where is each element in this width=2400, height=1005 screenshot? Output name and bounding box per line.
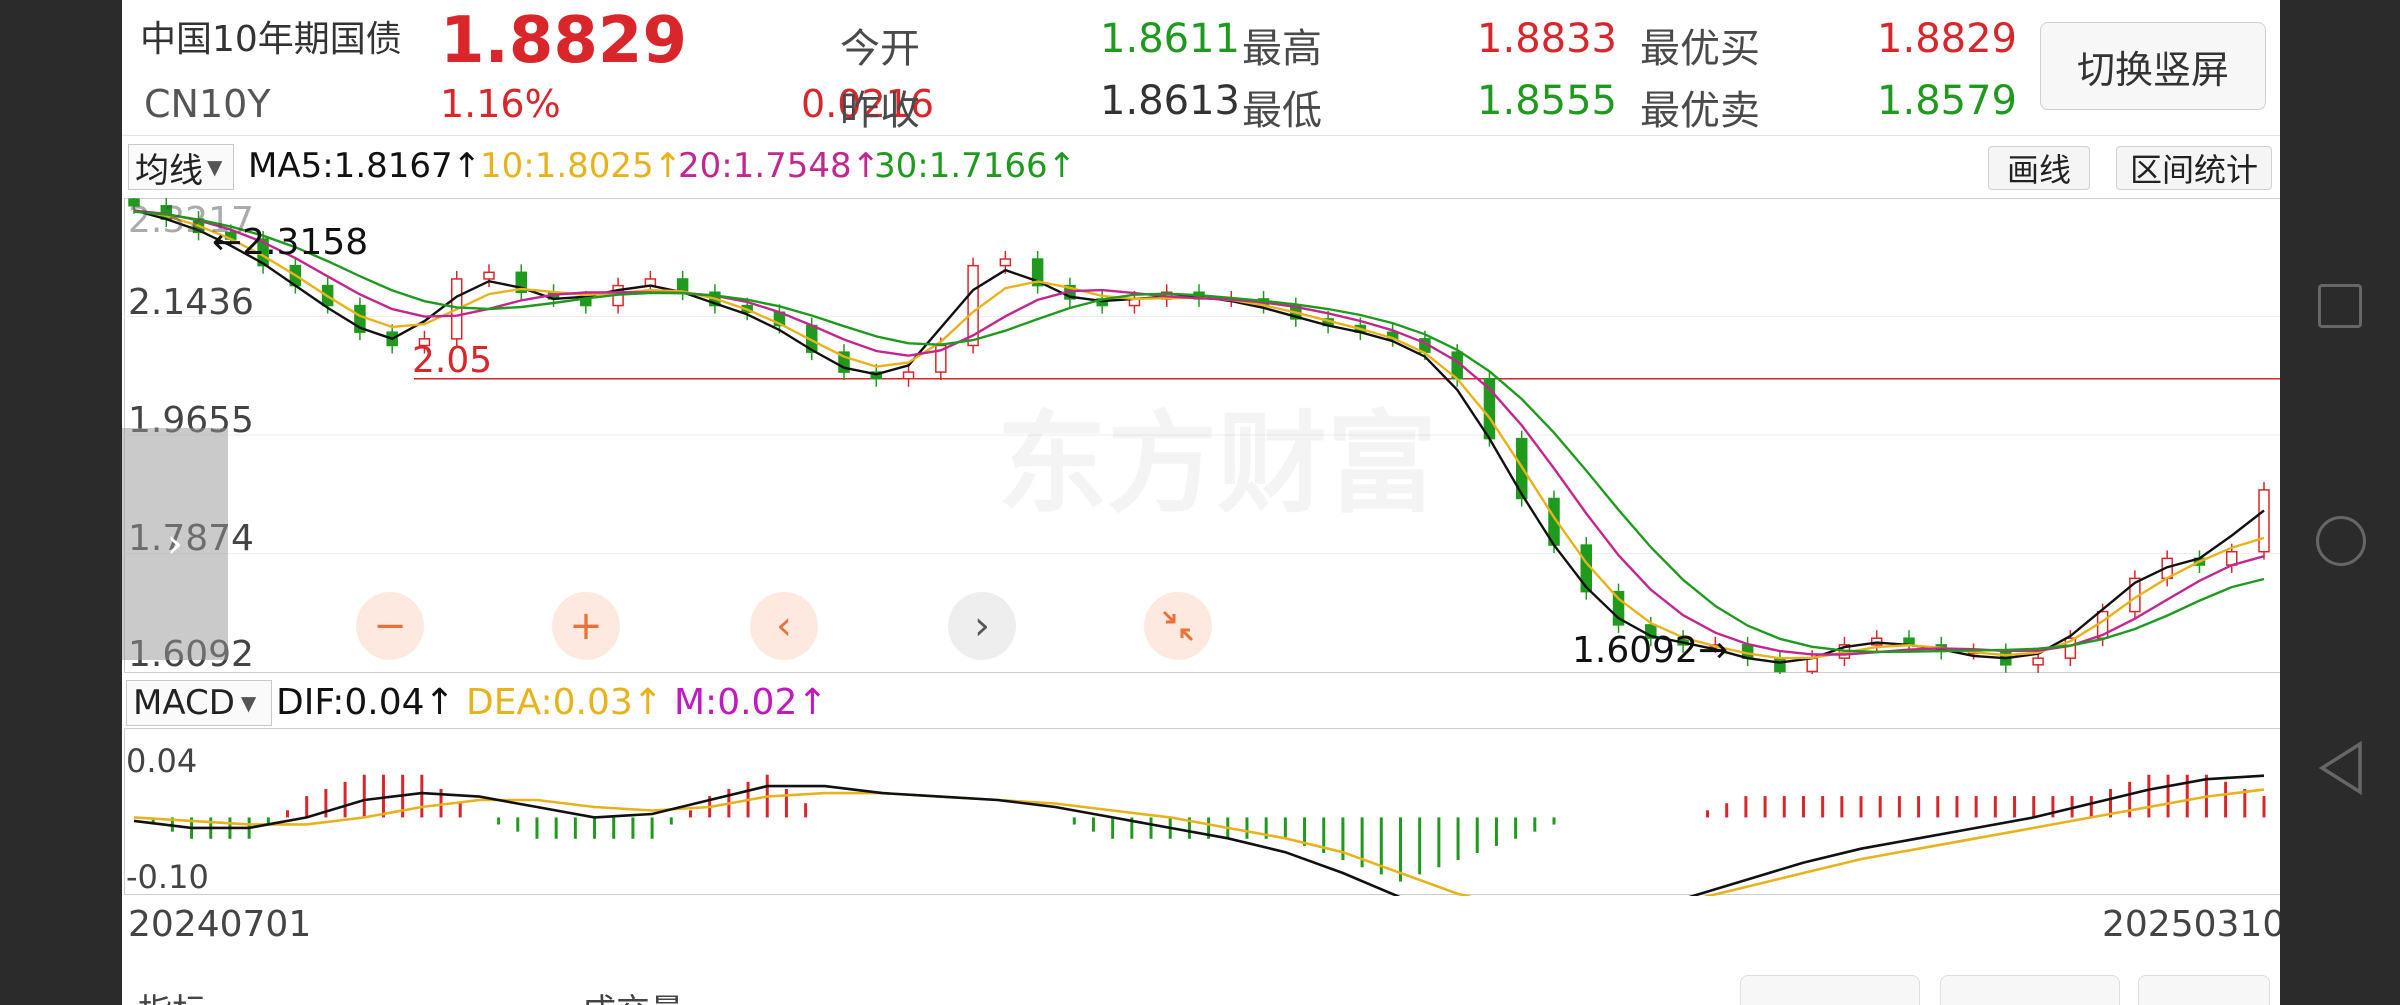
ma30-value: 30:1.7166↑ xyxy=(874,146,1077,186)
header-divider xyxy=(122,135,2280,136)
y-tick-1: 2.1436 xyxy=(128,282,254,323)
back-nav-button[interactable] xyxy=(2316,740,2366,800)
dif-line xyxy=(133,774,2265,896)
ma5-value: MA5:1.8167↑ xyxy=(248,146,482,186)
chevron-down-icon: ▼ xyxy=(207,155,223,179)
x-axis-end: 20250310 xyxy=(2102,904,2280,945)
draw-line-button[interactable]: 画线 xyxy=(1988,146,2090,190)
plus-icon: + xyxy=(569,603,603,649)
bottom-tab-volume[interactable]: 成交量 xyxy=(582,984,684,1005)
change-percent: 1.16% xyxy=(440,82,561,126)
macd-chart[interactable] xyxy=(124,728,2280,896)
macd-select[interactable]: MACD ▼ xyxy=(126,680,272,726)
min-annotation: 1.6092→ xyxy=(1572,630,1729,671)
macd-select-value: MACD xyxy=(133,683,235,723)
dea-value: DEA:0.03↑ xyxy=(466,682,663,723)
dif-value: DIF:0.04↑ xyxy=(276,682,455,723)
switch-portrait-button[interactable]: 切换竖屏 xyxy=(2040,22,2266,110)
move-left-button[interactable]: ‹ xyxy=(750,592,818,660)
current-price: 1.8829 xyxy=(440,4,687,78)
bond-code: CN10Y xyxy=(144,82,271,126)
range-stats-button[interactable]: 区间统计 xyxy=(2116,146,2272,190)
open-label: 今开 xyxy=(840,26,920,72)
best-ask-label: 最优卖 xyxy=(1640,88,1760,134)
zoom-in-button[interactable]: + xyxy=(552,592,620,660)
best-bid-value: 1.8829 xyxy=(1877,16,2017,62)
chevron-left-icon: ‹ xyxy=(776,603,792,649)
bottom-button-2[interactable] xyxy=(1940,975,2120,1005)
chevron-down-icon: ▼ xyxy=(240,691,257,715)
reset-zoom-button[interactable] xyxy=(1144,592,1212,660)
minus-icon: − xyxy=(373,603,407,649)
home-nav-button[interactable] xyxy=(2316,516,2366,566)
app-window: 中国10年期国债 CN10Y 1.8829 1.16% 0.0216 今开 昨收… xyxy=(122,0,2280,1005)
bond-name: 中国10年期国债 xyxy=(140,19,402,60)
best-ask-value: 1.8579 xyxy=(1877,78,2017,124)
macd-y-bottom: -0.10 xyxy=(126,858,209,896)
prev-close-label: 昨收 xyxy=(840,88,920,134)
move-right-button[interactable]: › xyxy=(948,592,1016,660)
dea-line xyxy=(133,788,2265,896)
candle-body xyxy=(999,258,1012,267)
x-axis-start: 20240701 xyxy=(128,904,312,945)
best-bid-label: 最优买 xyxy=(1640,26,1760,72)
low-value: 1.8555 xyxy=(1477,78,1617,124)
candle-body xyxy=(1774,657,1786,673)
chevron-right-icon: › xyxy=(167,521,183,567)
chart-scroll-handle[interactable]: › xyxy=(122,428,228,660)
high-label: 最高 xyxy=(1242,26,1322,72)
reference-line-label: 2.05 xyxy=(412,340,493,381)
collapse-icon xyxy=(1162,610,1194,642)
watermark: 东方财富 xyxy=(997,374,1437,534)
candle-body xyxy=(483,271,495,280)
ma10-value: 10:1.8025↑ xyxy=(480,146,683,186)
indicator-select[interactable]: 均线 ▼ xyxy=(128,144,234,191)
candle-body xyxy=(1806,657,1818,673)
candle-body xyxy=(902,371,915,380)
bottom-button-1[interactable] xyxy=(1740,975,1920,1005)
zoom-out-button[interactable]: − xyxy=(356,592,424,660)
low-label: 最低 xyxy=(1242,88,1322,134)
ma20-value: 20:1.7548↑ xyxy=(678,146,881,186)
prev-close-value: 1.8613 xyxy=(1100,78,1240,124)
candle-body xyxy=(2032,657,2044,666)
candle-body xyxy=(2258,489,2270,553)
chevron-right-icon: › xyxy=(974,603,990,649)
high-value: 1.8833 xyxy=(1477,16,1617,62)
bottom-button-3[interactable] xyxy=(2138,975,2270,1005)
max-annotation: ←2.3158 xyxy=(212,222,369,263)
open-value: 1.8611 xyxy=(1100,16,1240,62)
bottom-tab-indicator[interactable]: 指标 xyxy=(138,984,206,1005)
indicator-select-value: 均线 xyxy=(135,150,203,191)
macd-y-top: 0.04 xyxy=(126,742,198,780)
back-icon xyxy=(2318,740,2362,796)
recents-nav-button[interactable] xyxy=(2318,284,2362,328)
m-value: M:0.02↑ xyxy=(674,682,828,723)
